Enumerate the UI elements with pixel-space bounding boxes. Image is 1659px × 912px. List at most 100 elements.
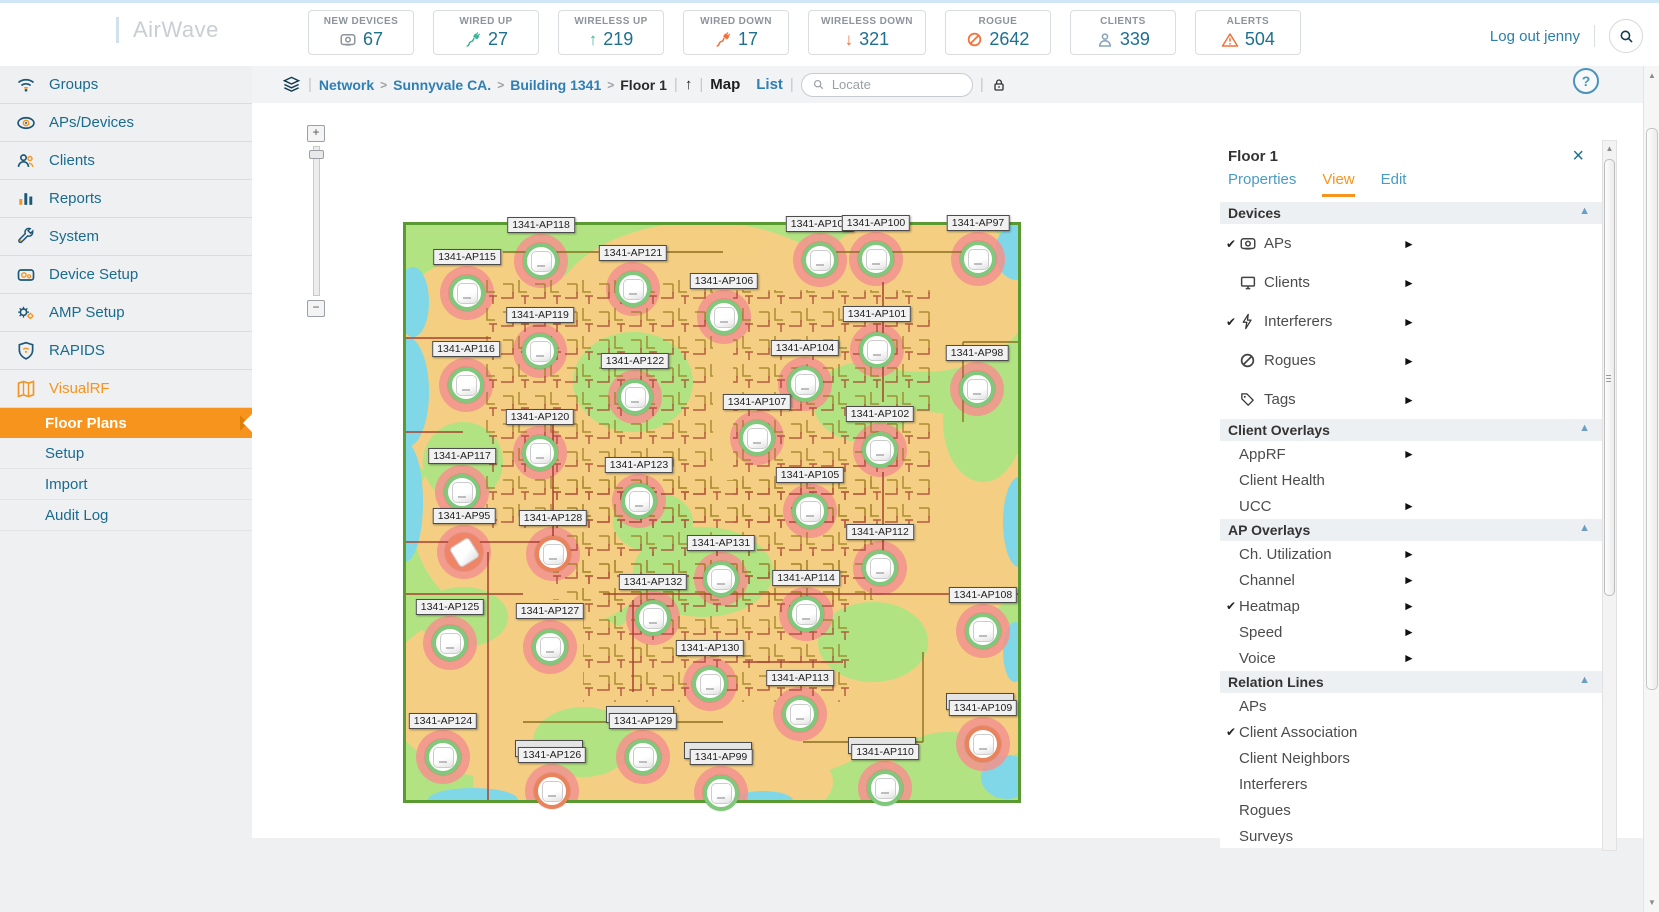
ap-marker-1341-ap121[interactable]: 1341-AP121	[598, 245, 668, 307]
ap-marker-1341-ap128[interactable]: 1341-AP128	[518, 510, 588, 572]
panel-item-client-neighbors[interactable]: Client Neighbors	[1220, 745, 1602, 771]
panel-scrollbar[interactable]: ▲	[1602, 140, 1617, 851]
lock-icon[interactable]	[991, 77, 1007, 93]
search-button[interactable]	[1609, 19, 1643, 53]
breadcrumb-link-sunnyvale-ca[interactable]: Sunnyvale CA.	[393, 77, 491, 93]
panel-item-client-health[interactable]: Client Health	[1220, 467, 1602, 493]
ap-marker-1341-ap109[interactable]: 1341-AP109	[946, 693, 1018, 762]
expand-arrow-icon[interactable]: ►	[1403, 237, 1415, 251]
ap-marker-1341-ap122[interactable]: 1341-AP122	[600, 353, 670, 415]
collapse-icon[interactable]: ▲	[1579, 522, 1590, 534]
stat-wired-down[interactable]: WIRED DOWN 17	[683, 10, 789, 55]
sidebar-item-system[interactable]: System	[0, 218, 252, 256]
sidebar-item-groups[interactable]: Groups	[0, 66, 252, 104]
breadcrumb-link-network[interactable]: Network	[319, 77, 374, 93]
expand-arrow-icon[interactable]: ►	[1403, 354, 1415, 368]
ap-marker-1341-ap120[interactable]: 1341-AP120	[505, 409, 575, 471]
panel-item-ch-utilization[interactable]: Ch. Utilization ►	[1220, 541, 1602, 567]
panel-item-client-association[interactable]: ✔ Client Association	[1220, 719, 1602, 745]
stat-alerts[interactable]: ALERTS 504	[1194, 10, 1301, 55]
ap-marker-1341-ap132[interactable]: 1341-AP132	[618, 574, 688, 636]
collapse-icon[interactable]: ▲	[1579, 422, 1590, 434]
ap-marker-1341-ap130[interactable]: 1341-AP130	[675, 640, 745, 702]
ap-marker-1341-ap127[interactable]: 1341-AP127	[515, 603, 585, 665]
expand-arrow-icon[interactable]: ►	[1403, 547, 1415, 561]
locate-input[interactable]	[829, 76, 944, 93]
panel-item-interferers[interactable]: ✔ Interferers ►	[1220, 302, 1602, 341]
list-view-toggle[interactable]: List	[756, 76, 783, 93]
ap-marker-1341-ap104[interactable]: 1341-AP104	[770, 340, 840, 402]
sidebar-item-device-setup[interactable]: Device Setup	[0, 256, 252, 294]
ap-marker-1341-ap126[interactable]: 1341-AP126	[515, 740, 587, 809]
expand-arrow-icon[interactable]: ►	[1403, 499, 1415, 513]
ap-marker-1341-ap101[interactable]: 1341-AP101	[842, 306, 912, 368]
ap-marker-1341-ap102[interactable]: 1341-AP102	[845, 406, 915, 468]
ap-marker-1341-ap97[interactable]: 1341-AP97	[946, 215, 1010, 277]
panel-item-speed[interactable]: Speed ►	[1220, 619, 1602, 645]
zoom-out-button[interactable]: −	[307, 300, 325, 317]
ap-marker-1341-ap123[interactable]: 1341-AP123	[604, 457, 674, 519]
ap-marker-1341-ap110[interactable]: 1341-AP110	[848, 737, 919, 806]
floor-plan-map[interactable]: 1341-AP118 1341-AP115 1341-AP121 1341-AP106…	[403, 215, 1021, 811]
page-scrollbar-thumb[interactable]	[1646, 128, 1658, 690]
sidebar-item-reports[interactable]: Reports	[0, 180, 252, 218]
panel-item-channel[interactable]: Channel ►	[1220, 567, 1602, 593]
tab-edit[interactable]: Edit	[1381, 171, 1407, 197]
expand-arrow-icon[interactable]: ►	[1403, 651, 1415, 665]
layers-icon[interactable]	[282, 75, 301, 94]
locate-search[interactable]	[800, 72, 973, 97]
help-button[interactable]: ?	[1573, 68, 1599, 94]
ap-marker-1341-ap124[interactable]: 1341-AP124	[408, 713, 478, 775]
panel-item-ucc[interactable]: UCC ►	[1220, 493, 1602, 519]
sidebar-subitem-audit-log[interactable]: Audit Log	[0, 500, 252, 531]
panel-item-tags[interactable]: Tags ►	[1220, 380, 1602, 419]
panel-item-voice[interactable]: Voice ►	[1220, 645, 1602, 671]
ap-marker-1341-ap106[interactable]: 1341-AP106	[689, 273, 759, 335]
breadcrumb-link-building-1341[interactable]: Building 1341	[510, 77, 601, 93]
floor-up-icon[interactable]: ↑	[685, 76, 693, 93]
ap-marker-1341-ap99[interactable]: 1341-AP99	[684, 742, 753, 811]
collapse-icon[interactable]: ▲	[1579, 205, 1590, 217]
panel-item-clients[interactable]: Clients ►	[1220, 263, 1602, 302]
sidebar-subitem-import[interactable]: Import	[0, 469, 252, 500]
scroll-up-icon[interactable]: ▲	[1644, 71, 1659, 80]
sidebar-subitem-floor-plans[interactable]: Floor Plans	[0, 408, 252, 438]
sidebar-item-clients[interactable]: Clients	[0, 142, 252, 180]
panel-item-rogues[interactable]: Rogues	[1220, 797, 1602, 823]
zoom-in-button[interactable]: +	[307, 125, 325, 142]
ap-marker-1341-ap100[interactable]: 1341-AP100	[841, 215, 911, 277]
expand-arrow-icon[interactable]: ►	[1403, 599, 1415, 613]
scroll-up-icon[interactable]: ▲	[1603, 144, 1616, 153]
ap-marker-1341-ap125[interactable]: 1341-AP125	[415, 599, 485, 661]
ap-marker-1341-ap116[interactable]: 1341-AP116	[432, 341, 500, 403]
ap-marker-1341-ap129[interactable]: 1341-AP129	[606, 706, 678, 775]
expand-arrow-icon[interactable]: ►	[1403, 315, 1415, 329]
stat-new-devices[interactable]: NEW DEVICES 67	[308, 10, 414, 55]
ap-marker-1341-ap105[interactable]: 1341-AP105	[775, 467, 845, 529]
panel-item-heatmap[interactable]: ✔ Heatmap ►	[1220, 593, 1602, 619]
map-view-toggle[interactable]: Map	[710, 76, 740, 93]
expand-arrow-icon[interactable]: ►	[1403, 276, 1415, 290]
ap-marker-1341-ap119[interactable]: 1341-AP119	[506, 307, 574, 369]
sidebar-item-aps-devices[interactable]: APs/Devices	[0, 104, 252, 142]
stat-wireless-down[interactable]: WIRELESS DOWN ↓ 321	[808, 10, 926, 55]
panel-item-interferers[interactable]: Interferers	[1220, 771, 1602, 797]
page-scrollbar[interactable]: ▲ ▼	[1643, 66, 1659, 912]
ap-marker-1341-ap118[interactable]: 1341-AP118	[507, 217, 575, 279]
panel-item-aps[interactable]: ✔ APs ►	[1220, 224, 1602, 263]
sidebar-item-amp-setup[interactable]: AMP Setup	[0, 294, 252, 332]
panel-item-surveys[interactable]: Surveys	[1220, 823, 1602, 849]
expand-arrow-icon[interactable]: ►	[1403, 447, 1415, 461]
ap-marker-1341-ap95[interactable]: 1341-AP95	[432, 508, 496, 571]
sidebar-subitem-setup[interactable]: Setup	[0, 438, 252, 469]
ap-marker-1341-ap107[interactable]: 1341-AP107	[722, 394, 792, 456]
ap-marker-1341-ap98[interactable]: 1341-AP98	[945, 345, 1009, 407]
expand-arrow-icon[interactable]: ►	[1403, 625, 1415, 639]
tab-view[interactable]: View	[1322, 171, 1355, 197]
ap-marker-1341-ap113[interactable]: 1341-AP113	[766, 670, 834, 732]
ap-marker-1341-ap117[interactable]: 1341-AP117	[428, 448, 496, 510]
zoom-slider-track[interactable]	[308, 146, 324, 296]
ap-marker-1341-ap115[interactable]: 1341-AP115	[433, 249, 501, 311]
close-icon[interactable]: ×	[1572, 146, 1584, 166]
ap-marker-1341-ap108[interactable]: 1341-AP108	[948, 587, 1018, 649]
